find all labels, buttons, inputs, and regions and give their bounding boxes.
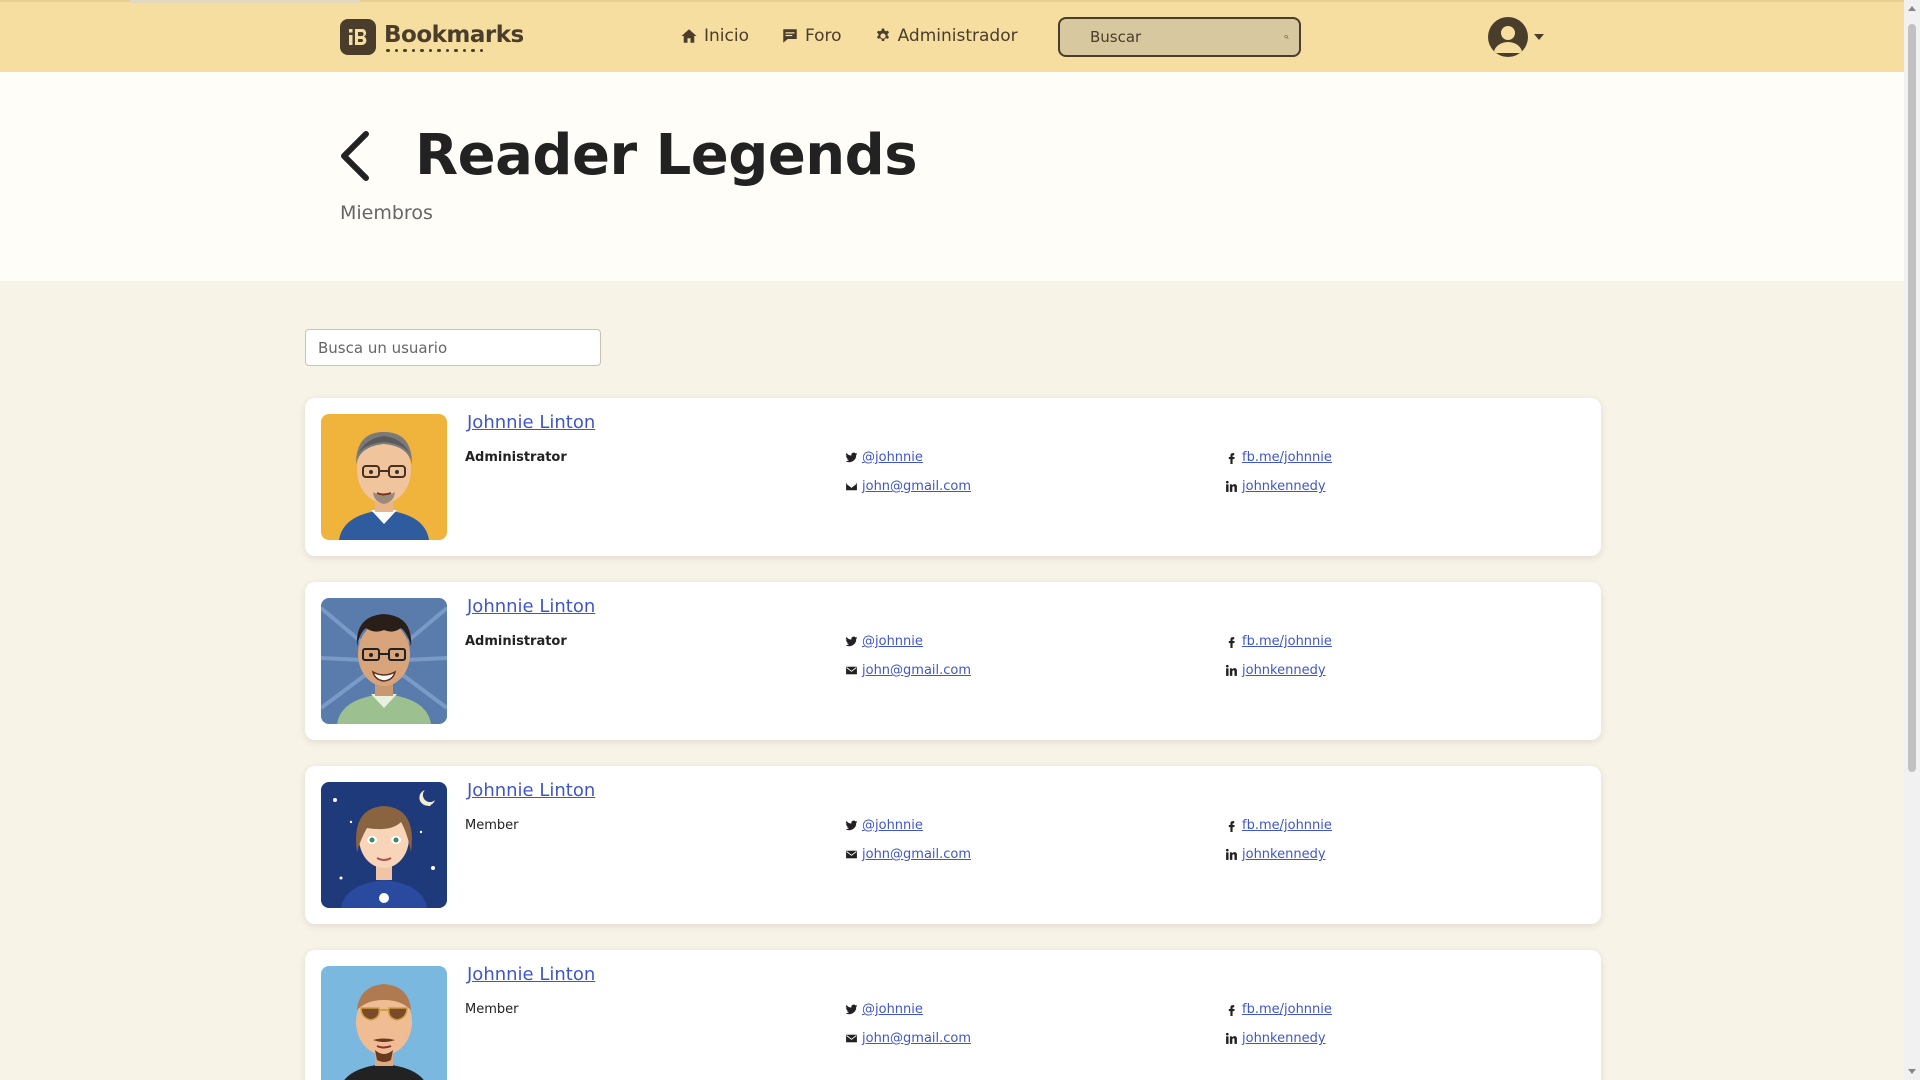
brand-dots: [384, 48, 524, 53]
member-name-link[interactable]: Johnnie Linton: [467, 596, 595, 617]
chevron-left-icon: [341, 131, 369, 181]
member-card: Johnnie Linton Administrator @johnnie jo…: [305, 398, 1601, 556]
global-search: [1058, 17, 1301, 57]
user-avatar-icon: [1488, 17, 1528, 57]
twitter-link[interactable]: @johnnie: [862, 1002, 923, 1017]
bookmarks-logo-icon: [340, 19, 376, 55]
gear-icon: [876, 28, 889, 42]
chevron-down-icon: [1534, 34, 1544, 40]
envelope-icon: [846, 482, 857, 491]
member-twitter: @johnnie: [845, 1002, 923, 1017]
member-avatar: [321, 966, 447, 1080]
email-link[interactable]: john@gmail.com: [862, 847, 971, 862]
twitter-icon: [845, 820, 858, 831]
envelope-icon: [846, 1034, 857, 1043]
email-link[interactable]: john@gmail.com: [862, 1031, 971, 1046]
envelope-icon: [846, 850, 857, 859]
member-email: john@gmail.com: [845, 663, 971, 678]
member-name-link[interactable]: Johnnie Linton: [467, 780, 595, 801]
page-subtitle: Miembros: [340, 202, 433, 224]
nav-link-inicio[interactable]: Inicio: [680, 26, 749, 46]
facebook-link[interactable]: fb.me/johnnie: [1242, 818, 1332, 833]
member-facebook: fb.me/johnnie: [1225, 450, 1332, 465]
top-navbar: Bookmarks Inicio Foro Administrador: [0, 0, 1904, 72]
member-twitter: @johnnie: [845, 450, 923, 465]
scroll-up-arrow-icon[interactable]: [1908, 6, 1916, 11]
page-header: Reader Legends Miembros: [0, 72, 1904, 281]
member-role: Administrator: [465, 634, 567, 649]
nav-links: Inicio Foro Administrador: [680, 26, 1018, 46]
scroll-down-arrow-icon[interactable]: [1908, 1069, 1916, 1074]
facebook-icon: [1228, 821, 1235, 832]
linkedin-icon: [1225, 480, 1237, 492]
twitter-link[interactable]: @johnnie: [862, 634, 923, 649]
member-facebook: fb.me/johnnie: [1225, 1002, 1332, 1017]
member-card: Johnnie Linton Administrator @johnnie jo…: [305, 582, 1601, 740]
search-icon[interactable]: [1284, 28, 1289, 46]
brand-name: Bookmarks: [384, 21, 524, 48]
twitter-icon: [845, 636, 858, 647]
facebook-icon: [1228, 453, 1235, 464]
back-button[interactable]: [336, 128, 376, 184]
member-facebook: fb.me/johnnie: [1225, 634, 1332, 649]
twitter-link[interactable]: @johnnie: [862, 818, 923, 833]
facebook-link[interactable]: fb.me/johnnie: [1242, 1002, 1332, 1017]
member-twitter: @johnnie: [845, 634, 923, 649]
email-link[interactable]: john@gmail.com: [862, 663, 971, 678]
member-card: Johnnie Linton Member @johnnie john@gmai…: [305, 766, 1601, 924]
facebook-icon: [1228, 637, 1235, 648]
member-name-link[interactable]: Johnnie Linton: [467, 412, 595, 433]
member-twitter: @johnnie: [845, 818, 923, 833]
facebook-link[interactable]: fb.me/johnnie: [1242, 450, 1332, 465]
nav-link-label: Inicio: [704, 26, 749, 46]
member-role: Administrator: [465, 450, 567, 465]
facebook-link[interactable]: fb.me/johnnie: [1242, 634, 1332, 649]
member-avatar: [321, 414, 447, 540]
member-linkedin: johnkennedy: [1225, 1031, 1326, 1046]
nav-link-administrador[interactable]: Administrador: [874, 26, 1018, 46]
member-linkedin: johnkennedy: [1225, 847, 1326, 862]
linkedin-link[interactable]: johnkennedy: [1242, 663, 1326, 678]
member-avatar: [321, 598, 447, 724]
nav-link-label: Foro: [804, 26, 842, 46]
linkedin-icon: [1225, 1032, 1237, 1044]
twitter-icon: [845, 452, 858, 463]
member-card: Johnnie Linton Member @johnnie john@gmai…: [305, 950, 1601, 1080]
facebook-icon: [1228, 1005, 1235, 1016]
page-title: Reader Legends: [415, 123, 918, 188]
linkedin-link[interactable]: johnkennedy: [1242, 847, 1326, 862]
twitter-icon: [845, 1004, 858, 1015]
member-linkedin: johnkennedy: [1225, 479, 1326, 494]
linkedin-link[interactable]: johnkennedy: [1242, 1031, 1326, 1046]
member-role: Member: [465, 818, 519, 833]
user-menu-toggle[interactable]: [1488, 17, 1544, 57]
member-email: john@gmail.com: [845, 847, 971, 862]
member-list: Johnnie Linton Administrator @johnnie jo…: [305, 398, 1601, 1080]
email-link[interactable]: john@gmail.com: [862, 479, 971, 494]
nav-link-foro[interactable]: Foro: [781, 26, 842, 46]
user-search-input[interactable]: [305, 329, 601, 366]
member-email: john@gmail.com: [845, 1031, 971, 1046]
member-avatar: [321, 782, 447, 908]
scrollbar-thumb[interactable]: [1908, 24, 1916, 772]
linkedin-icon: [1225, 848, 1237, 860]
member-linkedin: johnkennedy: [1225, 663, 1326, 678]
member-facebook: fb.me/johnnie: [1225, 818, 1332, 833]
linkedin-icon: [1225, 664, 1237, 676]
member-role: Member: [465, 1002, 519, 1017]
member-email: john@gmail.com: [845, 479, 971, 494]
brand[interactable]: Bookmarks: [340, 19, 524, 55]
navbar-top-accent: [130, 0, 360, 3]
home-icon: [681, 29, 697, 43]
page-scrollbar[interactable]: [1904, 0, 1920, 1080]
chat-icon: [783, 29, 797, 43]
linkedin-link[interactable]: johnkennedy: [1242, 479, 1326, 494]
envelope-icon: [846, 666, 857, 675]
member-name-link[interactable]: Johnnie Linton: [467, 964, 595, 985]
global-search-input[interactable]: [1090, 28, 1284, 46]
twitter-link[interactable]: @johnnie: [862, 450, 923, 465]
nav-link-label: Administrador: [897, 26, 1018, 46]
